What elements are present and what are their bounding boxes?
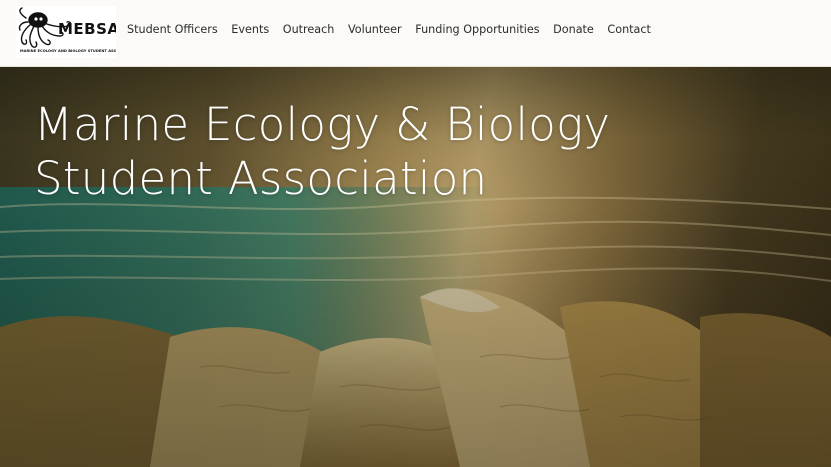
site-logo[interactable]: MEBSA MARINE ECOLOGY AND BIOLOGY STUDENT… (16, 6, 116, 58)
main-nav: Student Officers Events Outreach Volunte… (127, 22, 665, 38)
logo-wordmark: MEBSA (58, 20, 116, 38)
hero-banner: Marine Ecology & Biology Student Associa… (0, 67, 831, 467)
hero-title: Marine Ecology & Biology Student Associa… (34, 98, 674, 206)
logo-subtitle: MARINE ECOLOGY AND BIOLOGY STUDENT ASSOC… (20, 49, 116, 53)
nav-item-contact[interactable]: Contact (607, 22, 651, 38)
nav-item-outreach[interactable]: Outreach (283, 22, 335, 38)
site-header: MEBSA MARINE ECOLOGY AND BIOLOGY STUDENT… (0, 0, 831, 67)
nav-item-student-officers[interactable]: Student Officers (127, 22, 218, 38)
nav-item-volunteer[interactable]: Volunteer (348, 22, 402, 38)
hero-title-line-1: Marine Ecology & Biology (34, 98, 611, 151)
hero-title-line-2: Student Association (34, 152, 488, 205)
nav-item-donate[interactable]: Donate (553, 22, 594, 38)
nav-item-events[interactable]: Events (231, 22, 269, 38)
nav-item-funding-opportunities[interactable]: Funding Opportunities (415, 22, 539, 38)
